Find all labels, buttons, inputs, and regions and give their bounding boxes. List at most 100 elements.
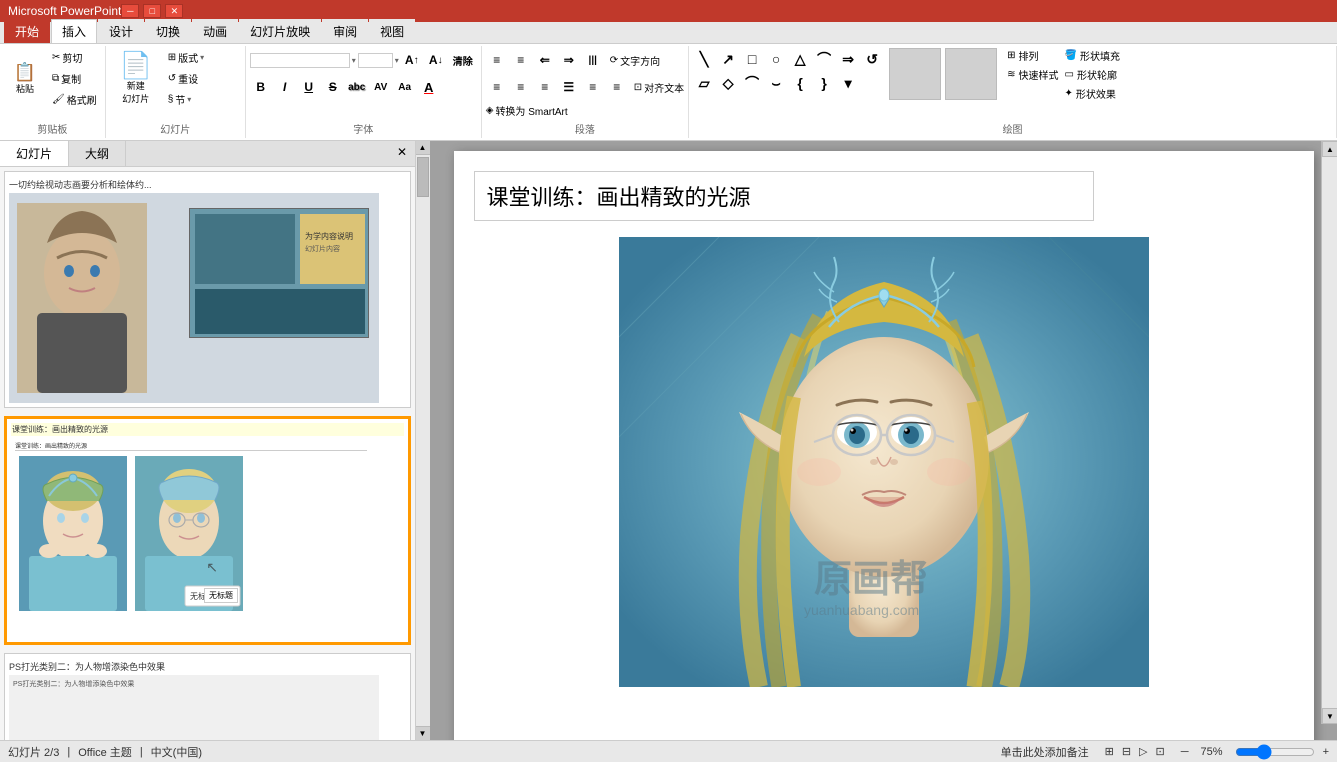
tab-insert[interactable]: 插入 xyxy=(51,19,97,43)
slide-editor: 课堂训练：画出精致的光源 xyxy=(430,141,1337,740)
underline-button[interactable]: U xyxy=(298,76,320,98)
tab-animation[interactable]: 动画 xyxy=(192,19,238,43)
font-name-dropdown[interactable]: ▾ xyxy=(352,56,356,65)
arrange-button[interactable]: ⊞ 排列 xyxy=(1007,48,1058,63)
new-slide-button[interactable]: 📄 新建 幻灯片 xyxy=(110,49,162,108)
tab-view[interactable]: 视图 xyxy=(369,19,415,43)
line-tool[interactable]: ╲ xyxy=(693,48,715,70)
slide1-screen-svg: 为学内容说明 幻灯片内容 xyxy=(190,209,369,338)
shape-palette: ╲ ↗ □ ○ △ ⌒ ⇒ ↺ ▱ ◇ ⌒ ⌣ { } ▾ xyxy=(693,48,883,94)
tab-transition[interactable]: 切换 xyxy=(145,19,191,43)
slide-thumb-2[interactable]: 课堂训练：画出精致的光源 课堂训练：画出精致的光源 xyxy=(4,416,411,645)
increase-font-button[interactable]: A↑ xyxy=(401,49,423,71)
scroll-down-button[interactable]: ▼ xyxy=(416,726,430,740)
maximize-button[interactable]: □ xyxy=(143,4,161,18)
minimize-button[interactable]: ─ xyxy=(121,4,139,18)
sidebar-close-button[interactable]: ✕ xyxy=(389,141,415,166)
bend-tool[interactable]: ⌒ xyxy=(813,48,835,70)
format-painter-button[interactable]: 🖌 格式刷 xyxy=(48,90,101,109)
reset-button[interactable]: ↺ 重设 xyxy=(164,69,208,88)
zoom-slider[interactable] xyxy=(1235,744,1315,760)
slide2-image-right: 无标题 无标题 ↖ xyxy=(135,456,243,611)
slide-thumb-1[interactable]: 一切约绘视动志画要分析和绘体约... xyxy=(4,171,411,408)
section-button[interactable]: § 节 ▾ xyxy=(164,90,208,109)
shape-dropdown[interactable]: ▾ xyxy=(837,72,859,94)
shape-outline-button[interactable]: ▭ 形状轮廓 xyxy=(1065,67,1120,82)
convert-smartart-button[interactable]: ◈ 转换为 SmartArt xyxy=(486,103,568,118)
main-scroll-down[interactable]: ▼ xyxy=(1322,708,1337,724)
bold-button[interactable]: B xyxy=(250,76,272,98)
extra-align-button[interactable]: ≡ xyxy=(606,76,628,98)
decrease-indent-button[interactable]: ⇐ xyxy=(534,49,556,71)
shape-c[interactable]: ⌒ xyxy=(741,72,763,94)
shape-b[interactable]: ◇ xyxy=(717,72,739,94)
line-spacing-button[interactable]: ≡ xyxy=(582,76,604,98)
shadow-button[interactable]: abc xyxy=(346,76,368,98)
shape-f[interactable]: } xyxy=(813,72,835,94)
close-button[interactable]: ✕ xyxy=(165,4,183,18)
tab-slideshow[interactable]: 幻灯片放映 xyxy=(239,19,321,43)
tab-home[interactable]: 开始 xyxy=(4,19,50,43)
tab-design[interactable]: 设计 xyxy=(98,19,144,43)
paste-button[interactable]: 📋 粘贴 xyxy=(4,60,46,98)
font-size-input[interactable] xyxy=(358,53,393,68)
slides-panel: 一切约绘视动志画要分析和绘体约... xyxy=(0,167,415,740)
font-group-label: 字体 xyxy=(250,119,477,136)
cut-button[interactable]: ✂ 剪切 xyxy=(48,48,101,67)
slide-thumb-3[interactable]: PS打光类别二：为人物增添染色中效果 PS打光类别二：为人物增添染色中效果 xyxy=(4,653,411,740)
main-scrollbar[interactable]: ▲ ▼ xyxy=(1321,141,1337,724)
strikethrough-button[interactable]: S xyxy=(322,76,344,98)
triangle-tool[interactable]: △ xyxy=(789,48,811,70)
font-name-input[interactable] xyxy=(250,53,350,68)
slide-canvas[interactable]: 课堂训练：画出精致的光源 xyxy=(454,151,1314,740)
text-direction-button[interactable]: ⟳ 文字方向 xyxy=(610,53,660,68)
align-left-button[interactable]: ≡ xyxy=(486,76,508,98)
shape-a[interactable]: ▱ xyxy=(693,72,715,94)
format-painter-icon: 🖌 xyxy=(52,94,65,105)
main-scroll-up[interactable]: ▲ xyxy=(1322,141,1337,157)
scroll-up-button[interactable]: ▲ xyxy=(416,141,430,155)
view-slidesorter-button[interactable]: ⊟ xyxy=(1122,745,1131,758)
decrease-font-button[interactable]: A↓ xyxy=(425,49,447,71)
clear-format-button[interactable]: 清除 xyxy=(449,49,477,71)
copy-button[interactable]: ⧉ 复制 xyxy=(48,69,101,88)
font-size-dropdown[interactable]: ▾ xyxy=(395,56,399,65)
view-slideshow-button[interactable]: ⊡ xyxy=(1156,745,1165,758)
rect-tool[interactable]: □ xyxy=(741,48,763,70)
shape-effect-button[interactable]: ✦ 形状效果 xyxy=(1065,86,1120,101)
justify-button[interactable]: ☰ xyxy=(558,76,580,98)
arrow-tool[interactable]: ↗ xyxy=(717,48,739,70)
zoom-out-button[interactable]: ─ xyxy=(1181,746,1189,758)
curvy-tool[interactable]: ↺ xyxy=(861,48,883,70)
ellipse-tool[interactable]: ○ xyxy=(765,48,787,70)
align-text-button[interactable]: ⊡ 对齐文本 xyxy=(634,80,684,95)
align-text-label: 对齐文本 xyxy=(644,80,684,95)
view-normal-button[interactable]: ⊞ xyxy=(1105,745,1114,758)
layout-button[interactable]: ⊞ 版式 ▾ xyxy=(164,48,208,67)
slide-title[interactable]: 课堂训练：画出精致的光源 xyxy=(474,171,1094,221)
bullets-button[interactable]: ≡ xyxy=(486,49,508,71)
char-spacing-button[interactable]: AV xyxy=(370,76,392,98)
increase-indent-button[interactable]: ⇒ xyxy=(558,49,580,71)
italic-button[interactable]: I xyxy=(274,76,296,98)
quick-styles-button[interactable]: ≋ 快速样式 xyxy=(1007,67,1058,82)
center-button[interactable]: ≡ xyxy=(510,76,532,98)
scroll-thumb[interactable] xyxy=(417,157,429,197)
case-button[interactable]: Aa xyxy=(394,76,416,98)
shape-d[interactable]: ⌣ xyxy=(765,72,787,94)
sidebar-tab-slides[interactable]: 幻灯片 xyxy=(0,141,69,166)
elf-portrait[interactable]: 原画帮 yuanhuabang.com xyxy=(619,237,1149,687)
section-label: 节 xyxy=(175,92,185,107)
sidebar-tab-outline[interactable]: 大纲 xyxy=(69,141,126,166)
zoom-in-button[interactable]: + xyxy=(1323,746,1329,758)
shape-e[interactable]: { xyxy=(789,72,811,94)
tab-review[interactable]: 审阅 xyxy=(322,19,368,43)
align-right-button[interactable]: ≡ xyxy=(534,76,556,98)
numbering-button[interactable]: ≡ xyxy=(510,49,532,71)
shape-fill-button[interactable]: 🪣 形状填充 xyxy=(1065,48,1120,63)
font-color-button[interactable]: A xyxy=(418,76,440,98)
sidebar-scrollbar[interactable]: ▲ ▼ xyxy=(415,141,429,740)
columns-button[interactable]: ||| xyxy=(582,49,604,71)
view-reading-button[interactable]: ▷ xyxy=(1139,745,1147,758)
arrow2-tool[interactable]: ⇒ xyxy=(837,48,859,70)
